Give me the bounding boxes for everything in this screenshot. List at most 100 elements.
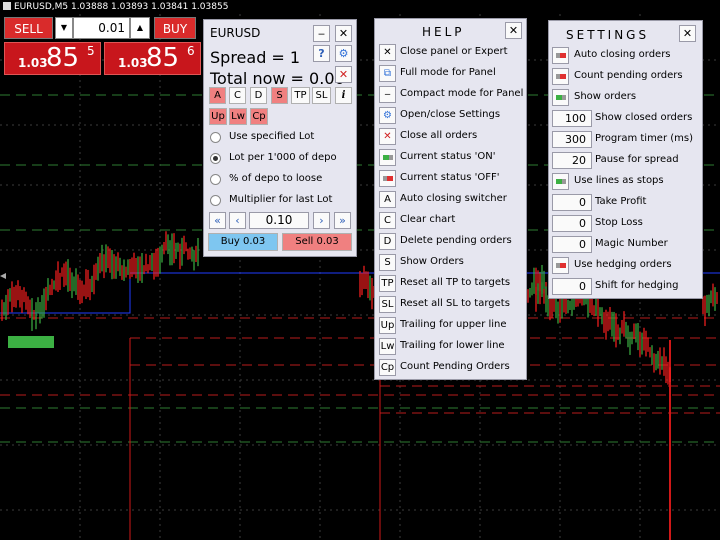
buy-price-display[interactable]: 1.03 85 6 <box>104 42 201 75</box>
settings-toggle[interactable] <box>552 89 569 106</box>
toggle-indicator <box>383 155 393 160</box>
toggle-indicator <box>383 176 393 181</box>
chart-symbol-icon <box>3 2 11 10</box>
auto-close-button[interactable]: A <box>209 87 226 104</box>
settings-title: SETTINGS <box>566 28 650 42</box>
total-display: Total now = 0.00 <box>210 69 345 88</box>
stop-zone-block <box>8 336 54 348</box>
help-title: HELP <box>422 25 465 39</box>
buy-button[interactable]: Buy 0.03 <box>208 233 278 251</box>
settings-item-label: Shift for hedging <box>595 280 679 291</box>
settings-toggle[interactable] <box>552 173 569 190</box>
help-question-icon[interactable]: ? <box>313 45 330 62</box>
settings-item-label: Use lines as stops <box>574 175 664 186</box>
help-item-label: Count Pending Orders <box>400 361 510 372</box>
trail-upper-button[interactable]: Up <box>209 108 227 125</box>
close-panel-button[interactable]: ✕ <box>335 25 352 42</box>
help-item-icon: ⚙ <box>379 107 396 124</box>
sell-price-sup: 5 <box>87 44 95 58</box>
lot-option-radio[interactable] <box>210 174 221 185</box>
help-item-label: Reset all TP to targets <box>400 277 511 288</box>
close-settings-button[interactable]: ✕ <box>679 25 696 42</box>
spread-display: Spread = 1 <box>210 48 301 67</box>
toggle-indicator <box>556 179 566 184</box>
help-item-icon: ‒ <box>379 86 396 103</box>
sell-button[interactable]: Sell 0.03 <box>282 233 352 251</box>
toggle-indicator <box>556 74 566 79</box>
help-item-icon: ✕ <box>379 128 396 145</box>
sell-price-display[interactable]: 1.03 85 5 <box>4 42 101 75</box>
reset-tp-button[interactable]: TP <box>291 87 310 104</box>
info-icon[interactable]: i <box>335 87 352 104</box>
settings-item-label: Use hedging orders <box>574 259 672 270</box>
lot-decrease-left-icon[interactable]: ‹ <box>229 212 246 229</box>
settings-toggle[interactable] <box>552 257 569 274</box>
lot-option-label: % of depo to loose <box>229 173 323 184</box>
show-orders-button[interactable]: S <box>271 87 288 104</box>
volume-up-arrow-icon[interactable]: ▲ <box>130 17 150 39</box>
lot-option-radio[interactable] <box>210 132 221 143</box>
help-item-icon: A <box>379 191 396 208</box>
help-item-label: Delete pending orders <box>400 235 512 246</box>
help-item-label: Open/close Settings <box>400 109 501 120</box>
lot-option-label: Multiplier for last Lot <box>229 194 333 205</box>
settings-value-input[interactable]: 0 <box>552 215 592 232</box>
lot-value-input[interactable]: 0.10 <box>249 212 309 229</box>
help-item-icon: ✕ <box>379 44 396 61</box>
lot-option-radio[interactable] <box>210 195 221 206</box>
help-item-label: Reset all SL to targets <box>400 298 510 309</box>
minimize-button[interactable]: ‒ <box>313 25 330 42</box>
help-item-icon: C <box>379 212 396 229</box>
settings-gear-icon[interactable]: ⚙ <box>335 45 352 62</box>
buy-price-prefix: 1.03 <box>118 56 148 70</box>
count-pending-button[interactable]: Cp <box>250 108 268 125</box>
help-item-label: Auto closing switcher <box>400 193 507 204</box>
settings-item-label: Show closed orders <box>595 112 693 123</box>
settings-value-input[interactable]: 0 <box>552 236 592 253</box>
close-help-button[interactable]: ✕ <box>505 22 522 39</box>
help-item-icon: S <box>379 254 396 271</box>
lot-min-double-left-icon[interactable]: « <box>209 212 226 229</box>
lot-max-double-right-icon[interactable]: » <box>334 212 351 229</box>
help-item-icon: Up <box>379 317 396 334</box>
settings-value-input[interactable]: 100 <box>552 110 592 127</box>
help-item-label: Close panel or Expert <box>400 46 508 57</box>
settings-item-label: Take Profit <box>595 196 647 207</box>
lot-option-label: Lot per 1'000 of depo <box>229 152 337 163</box>
chart-symbol-text: EURUSD,M5 1.03888 1.03893 1.03841 1.0385… <box>14 2 229 12</box>
help-item-label: Current status 'OFF' <box>400 172 500 183</box>
clear-chart-button[interactable]: C <box>229 87 246 104</box>
toggle-indicator <box>556 95 566 100</box>
settings-value-input[interactable]: 20 <box>552 152 592 169</box>
settings-value-input[interactable]: 300 <box>552 131 592 148</box>
help-item-icon: TP <box>379 275 396 292</box>
help-item-label: Show Orders <box>400 256 464 267</box>
delete-pending-button[interactable]: D <box>250 87 267 104</box>
help-item-icon: Cp <box>379 359 396 376</box>
help-item-label: Current status 'ON' <box>400 151 496 162</box>
settings-item-label: Stop Loss <box>595 217 643 228</box>
trail-lower-button[interactable]: Lw <box>229 108 247 125</box>
help-item-label: Trailing for upper line <box>400 319 507 330</box>
settings-value-input[interactable]: 0 <box>552 278 592 295</box>
chart-symbol-title: EURUSD,M5 1.03888 1.03893 1.03841 1.0385… <box>3 2 228 12</box>
settings-toggle[interactable] <box>552 68 569 85</box>
help-item-label: Close all orders <box>400 130 478 141</box>
settings-value-input[interactable]: 0 <box>552 194 592 211</box>
help-item-icon: ⧉ <box>379 65 396 82</box>
sell-price-big: 85 <box>46 43 80 73</box>
sell-price-prefix: 1.03 <box>18 56 48 70</box>
one-click-sell-button[interactable]: SELL <box>4 17 53 39</box>
close-all-orders-button[interactable]: ✕ <box>335 66 352 83</box>
volume-down-arrow-icon[interactable]: ▼ <box>55 17 73 39</box>
lot-option-radio[interactable] <box>210 153 221 164</box>
settings-item-label: Show orders <box>574 91 637 102</box>
one-click-volume-input[interactable]: 0.01 <box>73 17 130 39</box>
status-on-icon <box>379 149 396 166</box>
reset-sl-button[interactable]: SL <box>312 87 331 104</box>
buy-price-sup: 6 <box>187 44 195 58</box>
one-click-buy-button[interactable]: BUY <box>154 17 196 39</box>
settings-toggle[interactable] <box>552 47 569 64</box>
help-item-label: Full mode for Panel <box>400 67 496 78</box>
lot-increase-right-icon[interactable]: › <box>313 212 330 229</box>
